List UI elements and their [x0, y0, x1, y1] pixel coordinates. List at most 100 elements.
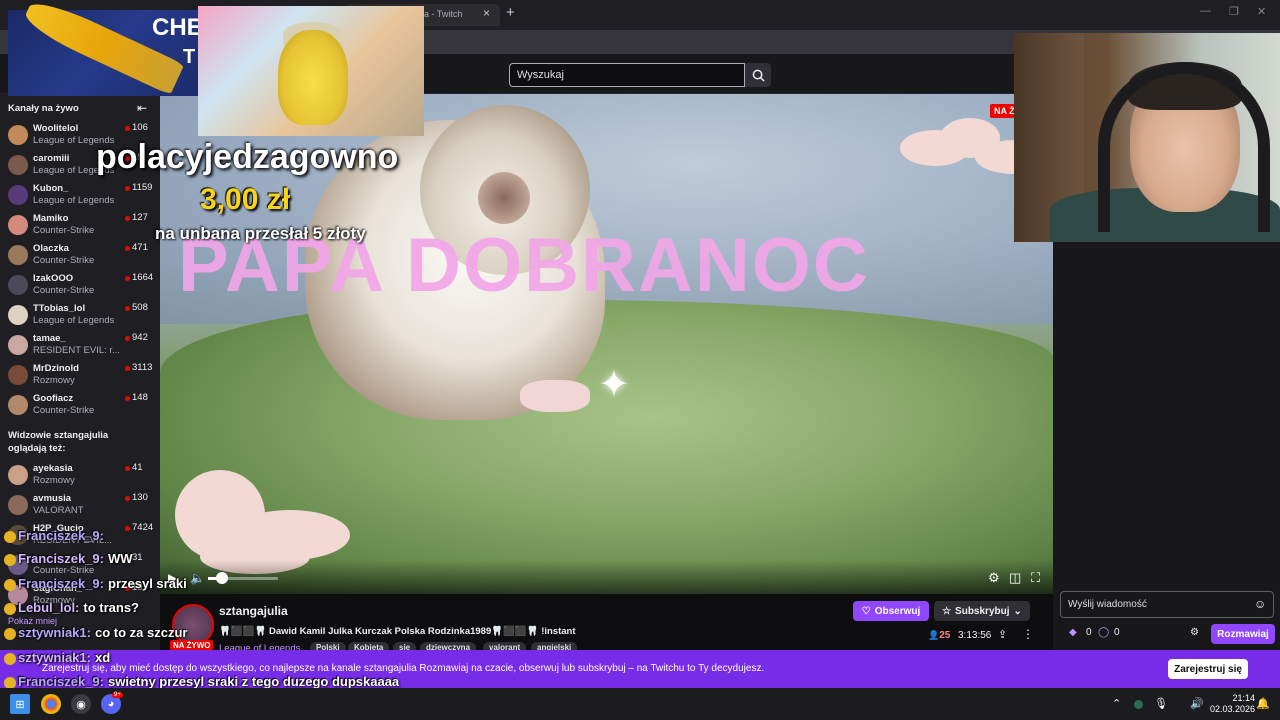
bits-icon[interactable]: ◆ [1069, 627, 1077, 638]
stream-title: 🦷⬛⬛🦷 Dawid Kamil Julka Kurczak Polska Ro… [219, 626, 576, 637]
star-icon: ☆ [942, 605, 952, 617]
viewer-count: 942 [132, 332, 148, 343]
overlay-chat-message: Franciszek_9: przesyl sraki [4, 576, 187, 591]
new-tab-button[interactable]: + [506, 4, 515, 21]
subscribe-button[interactable]: ☆ Subskrybuj ⌄ [934, 601, 1030, 621]
clock-date: 02.03.2026 [1210, 704, 1256, 714]
channel-name: Goofiacz [33, 393, 74, 404]
tray-expand-icon[interactable]: ⌃ [1112, 697, 1121, 710]
viewer-count: 130 [132, 492, 148, 503]
overlay-chat-message: Lebul_lol: to trans? [4, 600, 139, 615]
chat-send-button[interactable]: Rozmawiaj [1211, 624, 1275, 644]
avatar [8, 275, 28, 295]
sidebar-channel-item[interactable]: Olaczka Counter-Strike 471 [0, 240, 160, 270]
sidebar-channel-item[interactable]: Kubon_ League of Legends 1159 [0, 180, 160, 210]
sidebar-channel-item[interactable]: MrDzinold Rozmowy 3113 [0, 360, 160, 390]
live-dot-icon [125, 216, 130, 221]
avatar [8, 215, 28, 235]
search-button[interactable] [745, 63, 771, 87]
headphones-graphic [1098, 62, 1270, 232]
avatar [8, 365, 28, 385]
channel-points-icon[interactable]: ◯ [1098, 627, 1109, 638]
viewer-count: 7424 [132, 522, 154, 533]
overlay-chat-username: sztywniak1: [18, 625, 91, 640]
tab-close-icon[interactable]: × [483, 6, 490, 20]
collapse-sidebar-icon[interactable]: ⇤ [137, 101, 147, 115]
sidebar-channel-item[interactable]: ayekasia Rozmowy 41 [0, 460, 160, 490]
taskbar [0, 688, 1280, 720]
donation-donor-name: polacyjedzagowno [96, 138, 399, 176]
fullscreen-icon[interactable]: ⛶ [1031, 570, 1040, 586]
sidebar-channel-item[interactable]: avmusia VALORANT 130 [0, 490, 160, 520]
overlay-chat-message: Franciszek_9: [4, 528, 108, 543]
volume-icon[interactable]: 🔈 [190, 571, 205, 585]
viewer-count: 471 [132, 242, 148, 253]
overlay-chat-message: Franciszek_9: swietny przesyl sraki z teg… [4, 674, 399, 689]
sidebar-channel-item[interactable]: Mamiko Counter-Strike 127 [0, 210, 160, 240]
avatar [8, 395, 28, 415]
chat-settings-icon[interactable]: ⚙ [1190, 627, 1199, 638]
emote-picker-icon[interactable]: ☺ [1254, 597, 1266, 611]
microphone-icon[interactable]: 🎙 [1154, 697, 1168, 710]
chrome-icon[interactable] [41, 694, 61, 714]
close-window-button[interactable]: ✕ [1257, 5, 1266, 18]
overlay-chat-text: swietny przesyl sraki z tego duzego dups… [108, 674, 400, 689]
clock[interactable]: 21:14 02.03.2026 [1210, 693, 1255, 715]
channel-game: Counter-Strike [33, 565, 95, 576]
channel-name: IzakOOO [33, 273, 74, 284]
avatar [8, 245, 28, 265]
channel-name: Mamiko [33, 213, 69, 224]
viewer-count-value: 25 [939, 630, 951, 641]
share-icon[interactable]: ⇪ [998, 628, 1007, 641]
viewer-count: 41 [132, 462, 143, 473]
channel-game: Counter-Strike [33, 285, 95, 296]
maximize-button[interactable]: ❐ [1229, 5, 1239, 18]
signup-button[interactable]: Zarejestruj się [1168, 659, 1248, 679]
live-dot-icon [125, 396, 130, 401]
more-options-icon[interactable]: ⋮ [1022, 627, 1034, 641]
overlay-chat-username: Franciszek_9: [18, 551, 104, 566]
channel-game: League of Legends [33, 195, 115, 206]
live-dot-icon [125, 496, 130, 501]
search-icon [752, 69, 765, 82]
overlay-chat-text: WW [108, 551, 133, 566]
donation-amount: 3,00 zł [200, 183, 291, 216]
sidebar-channel-item[interactable]: Goofiacz Counter-Strike 148 [0, 390, 160, 420]
windows-start-icon[interactable]: ⊞ [10, 694, 30, 714]
channel-game: Counter-Strike [33, 225, 95, 236]
settings-icon[interactable]: ⚙ [988, 570, 1000, 586]
chat-message-input[interactable] [1060, 591, 1274, 618]
signup-banner-text: Zarejestruj się, aby mieć dostęp do wszy… [42, 663, 765, 674]
search-input[interactable] [509, 63, 745, 87]
theatre-mode-icon[interactable]: ◫ [1009, 570, 1021, 586]
overlay-chat-message: sztywniak1: co to za szczur [4, 625, 187, 640]
minimize-button[interactable]: — [1200, 5, 1211, 17]
channel-name[interactable]: sztangajulia [219, 604, 288, 618]
chat-badge-icon [4, 652, 16, 665]
sidebar-channel-item[interactable]: tamae_ RESIDENT EVIL: r... 942 [0, 330, 160, 360]
overlay-chat-message: sztywniak1: xd [4, 650, 110, 665]
overlay-chat-username: Lebul_lol: [18, 600, 80, 615]
channel-name: avmusia [33, 493, 72, 504]
channel-name: Kubon_ [33, 183, 69, 194]
sidebar-channel-item[interactable]: TTobias_lol League of Legends 508 [0, 300, 160, 330]
chat-badge-icon [4, 553, 16, 566]
overlay-chat-message: Franciszek_9: WW [4, 551, 133, 566]
viewer-count: 148 [132, 392, 148, 403]
chat-badge-icon [4, 602, 16, 615]
avatar [8, 185, 28, 205]
live-dot-icon [125, 126, 130, 131]
chevron-down-icon: ⌄ [1013, 605, 1022, 617]
speaker-icon[interactable]: 🔊 [1190, 697, 1204, 710]
live-dot-icon [125, 336, 130, 341]
follow-button[interactable]: ♡ Obserwuj [853, 601, 929, 621]
notification-bell-icon[interactable]: 🔔 [1256, 697, 1270, 710]
channel-name: tamae_ [33, 333, 66, 344]
sidebar-channel-item[interactable]: IzakOOO Counter-Strike 1664 [0, 270, 160, 300]
obs-icon[interactable]: ◉ [71, 694, 91, 714]
tray-app-icon[interactable] [1134, 700, 1143, 709]
channel-name: Woolitelol [33, 123, 79, 134]
channel-game: Rozmowy [33, 375, 75, 386]
channel-name: Olaczka [33, 243, 69, 254]
volume-slider-knob[interactable] [216, 572, 228, 584]
